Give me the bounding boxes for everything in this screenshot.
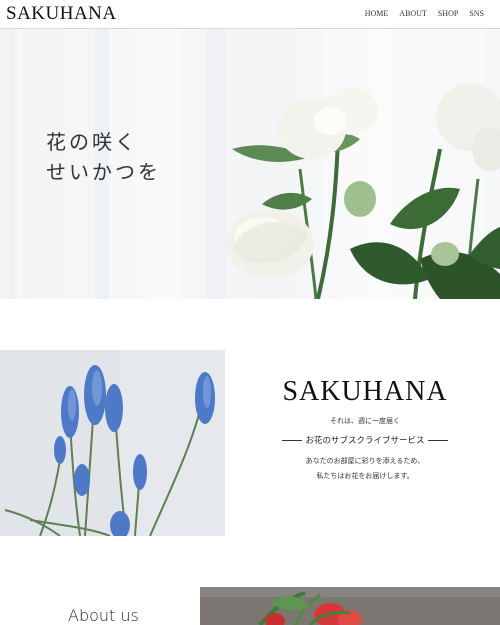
site-logo[interactable]: SAKUHANA (6, 3, 117, 25)
nav-home[interactable]: HOME (365, 9, 389, 18)
nav-sns[interactable]: SNS (469, 9, 484, 18)
subtitle-divider-right (427, 439, 448, 441)
nav-shop[interactable]: SHOP (438, 9, 458, 18)
muscari-image (0, 350, 225, 536)
hero-headline: 花の咲く せいかつを (46, 127, 161, 187)
about-image (200, 587, 500, 625)
hero-line-1: 花の咲く (46, 130, 138, 154)
service-desc-line-1: あなたのお部屋に彩りを添えるため、 (305, 457, 425, 465)
service-desc-line-2: 私たちはお花をお届けします。 (316, 472, 414, 480)
service-subtitle-row: お花のサブスクライブサービス (250, 434, 480, 446)
site-header: SAKUHANA HOME ABOUT SHOP SNS (0, 0, 500, 29)
service-intro: SAKUHANA それは、週に一度届く お花のサブスクライブサービス あなたのお… (250, 376, 480, 484)
hero-line-2: せいかつを (46, 160, 161, 184)
service-brand: SAKUHANA (282, 376, 448, 407)
service-description: あなたのお部屋に彩りを添えるため、 私たちはお花をお届けします。 (250, 454, 480, 484)
nav-about[interactable]: ABOUT (399, 9, 427, 18)
service-tagline: それは、週に一度届く (330, 417, 400, 425)
subtitle-divider-left (282, 439, 303, 441)
service-subtitle: お花のサブスクライブサービス (305, 436, 425, 446)
main-nav: HOME ABOUT SHOP SNS (365, 9, 484, 18)
about-heading: About us (68, 606, 139, 625)
hero-section: 花の咲く せいかつを (0, 29, 500, 299)
